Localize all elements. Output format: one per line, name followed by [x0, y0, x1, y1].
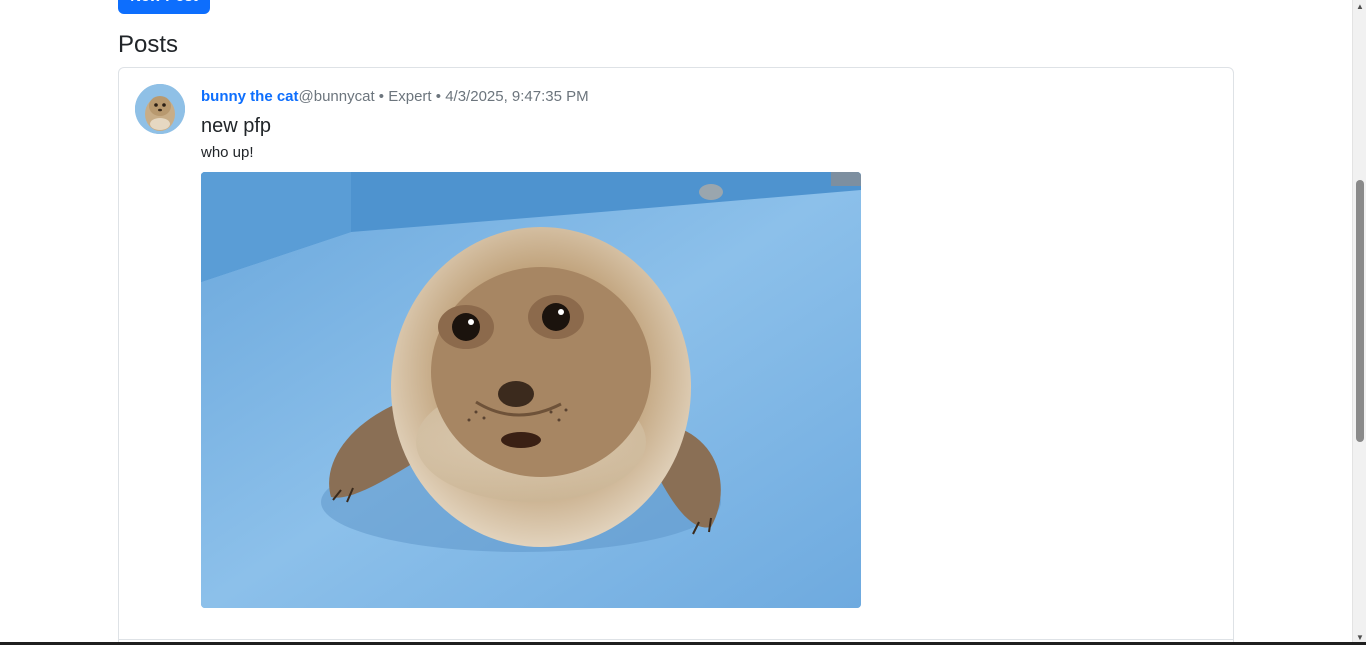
post-image[interactable] — [201, 172, 861, 608]
seal-photo — [201, 172, 861, 608]
meta-separator: • — [435, 88, 442, 105]
post-divider — [119, 639, 1233, 640]
post-title: new pfp — [201, 115, 272, 137]
post-meta: bunny the cat@bunnycat • Expert • 4/3/20… — [201, 87, 589, 107]
post-card: bunny the cat@bunnycat • Expert • 4/3/20… — [118, 67, 1234, 645]
scroll-up-icon[interactable]: ▲ — [1353, 0, 1366, 12]
author-role: Expert — [388, 88, 432, 105]
vertical-scrollbar[interactable]: ▲ ▼ — [1352, 0, 1366, 645]
seal-avatar-icon — [135, 84, 185, 134]
author-handle: @bunnycat — [298, 88, 375, 105]
new-post-button[interactable]: New Post — [118, 0, 210, 14]
browser-viewport: New Post Posts bunny the cat@bunnycat • … — [0, 0, 1366, 645]
author-avatar[interactable] — [135, 84, 185, 134]
author-name-link[interactable]: bunny the cat — [201, 88, 299, 105]
meta-separator: • — [378, 88, 385, 105]
scrollbar-thumb[interactable] — [1356, 180, 1364, 442]
posts-heading: Posts — [118, 31, 179, 58]
post-body: who up! — [201, 144, 254, 161]
page-content: New Post Posts bunny the cat@bunnycat • … — [0, 0, 1352, 645]
post-timestamp: 4/3/2025, 9:47:35 PM — [445, 88, 589, 105]
